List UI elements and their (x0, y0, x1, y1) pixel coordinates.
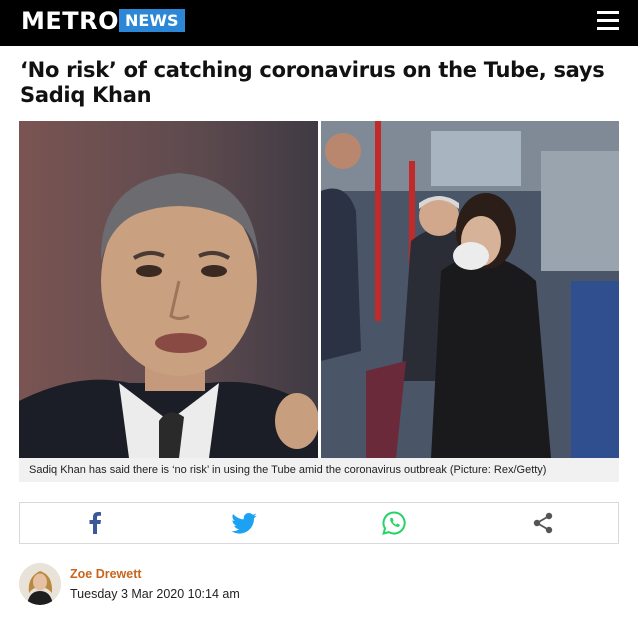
twitter-icon (231, 512, 257, 534)
article-photo-sadiq-khan (19, 121, 318, 458)
share-icon (534, 512, 553, 534)
share-twitter-button[interactable] (170, 503, 320, 543)
share-bar (19, 502, 619, 544)
site-header: METRO NEWS (0, 0, 638, 46)
author-name-link[interactable]: Zoe Drewett (70, 567, 142, 581)
metro-logo[interactable]: METRO (21, 6, 119, 36)
photo-caption: Sadiq Khan has said there is ‘no risk’ i… (19, 458, 619, 482)
author-avatar[interactable] (19, 563, 61, 605)
whatsapp-icon (381, 511, 406, 535)
share-facebook-button[interactable] (20, 503, 170, 543)
share-more-button[interactable] (469, 503, 619, 543)
article-photo-tube-passengers (321, 121, 619, 458)
publish-date: Tuesday 3 Mar 2020 10:14 am (70, 587, 240, 601)
section-badge-news[interactable]: NEWS (119, 9, 185, 32)
hamburger-menu-icon[interactable] (597, 11, 619, 31)
share-whatsapp-button[interactable] (319, 503, 469, 543)
article-headline: ‘No risk’ of catching coronavirus on the… (20, 58, 605, 107)
facebook-icon (89, 512, 101, 534)
